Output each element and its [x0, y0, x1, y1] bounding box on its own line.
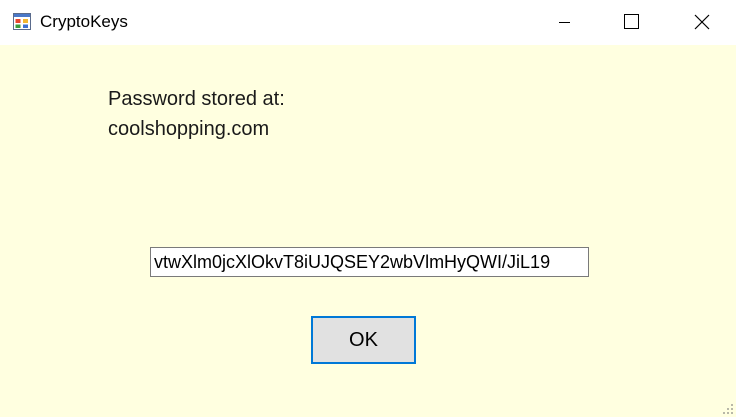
close-icon: [694, 14, 710, 30]
minimize-button[interactable]: [541, 0, 587, 45]
cryptokeys-window: CryptoKeys Password stored at: coolshopp…: [0, 0, 736, 417]
maximize-icon: [624, 14, 639, 29]
maximize-button[interactable]: [608, 0, 654, 45]
message-label: Password stored at:: [108, 88, 285, 110]
ok-button[interactable]: OK: [311, 316, 416, 364]
title-bar[interactable]: CryptoKeys: [0, 0, 736, 45]
minimize-icon: [559, 22, 570, 23]
close-button[interactable]: [679, 0, 725, 45]
resize-grip-icon[interactable]: [722, 403, 734, 415]
app-window-icon: [13, 13, 31, 30]
site-label: coolshopping.com: [108, 118, 270, 140]
password-field[interactable]: [150, 247, 589, 277]
window-title: CryptoKeys: [40, 12, 128, 31]
dialog-body: Password stored at: coolshopping.com OK: [0, 45, 736, 417]
